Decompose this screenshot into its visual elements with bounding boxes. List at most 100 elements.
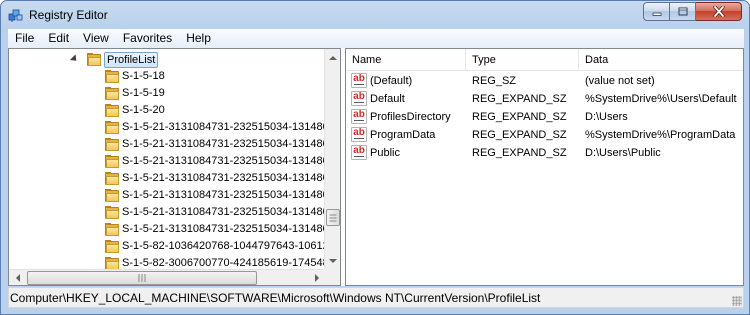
folder-icon (105, 189, 119, 202)
value-row[interactable]: ab Default REG_EXPAND_SZ %SystemDrive%\User… (346, 90, 743, 108)
expanded-arrow-icon[interactable] (69, 54, 80, 64)
tree-label[interactable]: S-1-5-19 (120, 86, 167, 102)
folder-icon (105, 104, 119, 117)
menu-help[interactable]: Help (179, 29, 218, 48)
menu-view[interactable]: View (76, 29, 116, 48)
tree-rows: ProfileList S-1-5-18 S-1-5-19 S-1-5-20 S-1-… (9, 49, 325, 269)
tree-vertical-scrollbar[interactable] (324, 49, 340, 269)
registry-editor-window: Registry Editor File Edit View Favorites… (0, 0, 750, 315)
registry-editor-icon (8, 9, 23, 22)
folder-icon (105, 172, 119, 185)
value-type: REG_EXPAND_SZ (472, 93, 567, 105)
folder-icon (105, 87, 119, 100)
menu-edit[interactable]: Edit (41, 29, 76, 48)
folder-icon (105, 121, 119, 134)
tree-node[interactable]: S-1-5-21-3131084731-232515034-1314803 (9, 204, 325, 221)
tree-node[interactable]: S-1-5-18 (9, 68, 325, 85)
folder-icon (105, 257, 119, 269)
tree-label[interactable]: S-1-5-21-3131084731-232515034-1314803 (120, 171, 325, 187)
status-bar: Computer\HKEY_LOCAL_MACHINE\SOFTWARE\Mic… (8, 287, 744, 308)
menu-file[interactable]: File (8, 29, 41, 48)
tree-node[interactable]: S-1-5-21-3131084731-232515034-1314803 (9, 187, 325, 204)
tree-label[interactable]: S-1-5-21-3131084731-232515034-1314803 (120, 188, 325, 204)
folder-icon (105, 206, 119, 219)
tree-label[interactable]: S-1-5-21-3131084731-232515034-1314803 (120, 154, 325, 170)
value-data: %SystemDrive%\Users\Default (585, 93, 737, 105)
minimize-icon (652, 12, 661, 16)
value-type: REG_EXPAND_SZ (472, 111, 567, 123)
tree-node[interactable]: S-1-5-21-3131084731-232515034-1314803 (9, 153, 325, 170)
values-list[interactable]: Name Type Data ab (Default) REG_SZ (value n… (345, 48, 744, 286)
minimize-button[interactable] (643, 2, 670, 21)
tree-label[interactable]: S-1-5-18 (120, 69, 167, 85)
value-type: REG_SZ (472, 75, 517, 87)
string-value-ab-icon: ab (351, 73, 367, 88)
folder-icon (105, 70, 119, 83)
string-value-ab-icon: ab (351, 91, 367, 106)
value-data: %SystemDrive%\ProgramData (585, 129, 736, 141)
value-row[interactable]: ab Public REG_EXPAND_SZ D:\Users\Public (346, 144, 743, 162)
string-value-ab-icon: ab (351, 145, 367, 160)
up-arrow-icon (329, 55, 337, 60)
tree-label[interactable]: S-1-5-20 (120, 103, 167, 119)
folder-icon (105, 240, 119, 253)
tree-label[interactable]: S-1-5-21-3131084731-232515034-1314803 (120, 120, 325, 136)
column-data-header[interactable]: Data (579, 49, 743, 71)
window-title: Registry Editor (29, 8, 108, 22)
value-row[interactable]: ab ProgramData REG_EXPAND_SZ %SystemDrive%\… (346, 126, 743, 144)
tree-label[interactable]: S-1-5-21-3131084731-232515034-1314803 (120, 222, 325, 238)
scroll-left-button[interactable] (9, 270, 26, 285)
value-row[interactable]: ab ProfilesDirectory REG_EXPAND_SZ D:\Users (346, 108, 743, 126)
value-name: ProgramData (370, 129, 436, 141)
string-value-ab-icon: ab (351, 127, 367, 142)
down-arrow-icon (329, 258, 337, 263)
value-data: D:\Users (585, 111, 628, 123)
tree-node[interactable]: S-1-5-82-3006700770-424185619-1745488 (9, 255, 325, 269)
value-row[interactable]: ab (Default) REG_SZ (value not set) (346, 72, 743, 90)
tree-node[interactable]: S-1-5-20 (9, 102, 325, 119)
value-name: ProfilesDirectory (370, 111, 451, 123)
folder-icon (105, 155, 119, 168)
client-area: ProfileList S-1-5-18 S-1-5-19 S-1-5-20 S-1-… (8, 48, 744, 286)
right-arrow-icon (314, 274, 319, 282)
scroll-thumb[interactable] (326, 209, 340, 226)
title-bar[interactable]: Registry Editor (1, 1, 749, 29)
value-type: REG_EXPAND_SZ (472, 147, 567, 159)
hscroll-thumb[interactable] (27, 271, 257, 285)
menu-favorites[interactable]: Favorites (116, 29, 179, 48)
resize-grip-icon[interactable] (732, 296, 742, 306)
value-name: Default (370, 93, 405, 105)
maximize-icon (678, 7, 687, 16)
column-type-header[interactable]: Type (466, 49, 579, 71)
column-name-header[interactable]: Name (346, 49, 466, 71)
scroll-up-button[interactable] (325, 49, 340, 66)
registry-tree[interactable]: ProfileList S-1-5-18 S-1-5-19 S-1-5-20 S-1-… (8, 48, 341, 286)
status-path: Computer\HKEY_LOCAL_MACHINE\SOFTWARE\Mic… (10, 291, 541, 305)
tree-label[interactable]: S-1-5-21-3131084731-232515034-1314803 (120, 205, 325, 221)
tree-horizontal-scrollbar[interactable] (9, 269, 325, 285)
tree-label[interactable]: S-1-5-82-1036420768-1044797643-106121 (120, 239, 325, 255)
menu-bar: File Edit View Favorites Help (8, 29, 744, 48)
tree-node[interactable]: S-1-5-21-3131084731-232515034-1314803 (9, 119, 325, 136)
tree-node[interactable]: S-1-5-21-3131084731-232515034-1314803 (9, 221, 325, 238)
folder-icon (105, 138, 119, 151)
string-value-ab-icon: ab (351, 109, 367, 124)
value-name: (Default) (370, 75, 413, 87)
tree-node[interactable]: S-1-5-21-3131084731-232515034-1314803 (9, 170, 325, 187)
left-arrow-icon (15, 274, 20, 282)
open-folder-icon (87, 53, 101, 66)
tree-label-selected[interactable]: ProfileList (104, 52, 159, 68)
value-type: REG_EXPAND_SZ (472, 129, 567, 141)
close-button[interactable] (696, 2, 742, 21)
tree-node[interactable]: S-1-5-82-1036420768-1044797643-106121 (9, 238, 325, 255)
scroll-down-button[interactable] (325, 252, 340, 269)
value-data: D:\Users\Public (585, 147, 661, 159)
tree-node-profilelist[interactable]: ProfileList (9, 51, 325, 68)
tree-label[interactable]: S-1-5-82-3006700770-424185619-1745488 (120, 256, 325, 269)
tree-node[interactable]: S-1-5-21-3131084731-232515034-1314803 (9, 136, 325, 153)
tree-label[interactable]: S-1-5-21-3131084731-232515034-1314803 (120, 137, 325, 153)
scroll-right-button[interactable] (308, 270, 325, 285)
maximize-button[interactable] (670, 2, 696, 21)
tree-node[interactable]: S-1-5-19 (9, 85, 325, 102)
value-name: Public (370, 147, 400, 159)
